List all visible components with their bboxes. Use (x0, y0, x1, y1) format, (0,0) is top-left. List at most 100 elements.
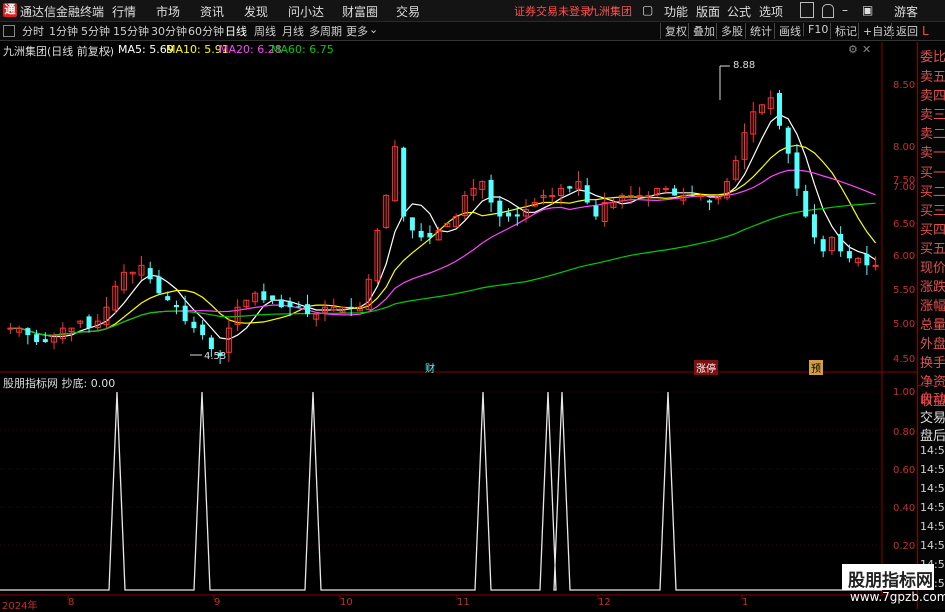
signal-line (0, 391, 882, 591)
panel-item-after-hours[interactable]: 盘后 (920, 425, 945, 444)
candle-body-up (872, 264, 879, 267)
panel-item: 卖三 (920, 108, 945, 123)
candle-body-down (794, 152, 800, 189)
sub-y-tick: 0.80 (893, 427, 916, 438)
x-tick: 2024年 (2, 601, 38, 612)
panel-item: 换手 (920, 356, 945, 371)
panel-item-auto[interactable]: 自动 (920, 388, 945, 407)
marker-yu[interactable]: 预 (809, 360, 823, 375)
candle-body-down (593, 205, 599, 217)
candle-body-down (811, 214, 817, 238)
panel-item-trade[interactable]: 交易 (920, 407, 945, 426)
x-tick: 1 (742, 597, 749, 608)
candle-body-down (864, 253, 870, 266)
y-tick: 7.00 (893, 182, 916, 193)
watermark-url: www.7gpzb.com (850, 590, 945, 604)
x-tick: 9 (214, 597, 221, 608)
sub-y-tick: 0.60 (893, 465, 916, 476)
low-price-label: 4.53 (204, 351, 227, 362)
panel-item: 卖五 (920, 70, 945, 85)
x-tick: 8 (68, 597, 75, 608)
candle-body-down (838, 234, 844, 252)
candle-body-down (497, 200, 503, 217)
candle-body-down (506, 212, 512, 217)
candle-body-down (165, 296, 171, 301)
candle-body-down (785, 127, 791, 154)
candle-body-down (173, 304, 179, 308)
candle-body-down (418, 230, 424, 238)
ma60-line (10, 202, 876, 336)
candle-body-down (305, 304, 311, 315)
watermark-title: 股朋指标网 (848, 571, 933, 591)
trade-time: 14:56 (920, 482, 945, 495)
x-tick: 10 (340, 597, 353, 608)
candle-body-down (409, 217, 415, 231)
candle-body-down (25, 328, 31, 336)
panel-item: 外盘 (920, 337, 945, 352)
ma10-line (10, 144, 877, 336)
trade-time: 14:56 (920, 463, 945, 476)
high-price-label: 8.88 (733, 60, 756, 71)
x-tick: 12 (598, 597, 611, 608)
panel-l-label[interactable]: L (922, 24, 929, 38)
trade-time: 14:56 (920, 539, 945, 552)
candle-body-down (689, 194, 695, 196)
sub-y-tick: 0.40 (893, 503, 916, 514)
candle-body-down (567, 186, 573, 189)
panel-item: 涨幅 (920, 299, 945, 314)
candle-body-down (208, 337, 214, 350)
trade-time: 14:56 (920, 444, 945, 457)
candle-body-down (401, 147, 407, 217)
candle-body-down (672, 188, 678, 196)
candle-body-down (34, 334, 40, 343)
panel-item: 卖二 (920, 127, 945, 142)
x-tick: 11 (457, 597, 470, 608)
trade-time: 14:56 (920, 520, 945, 533)
kline-chart[interactable] (0, 0, 945, 609)
candle-body-down (147, 268, 153, 280)
candle-body-down (86, 316, 92, 329)
candle-body-down (584, 185, 590, 203)
sub-y-tick: 0.20 (893, 541, 916, 552)
candle-body-down (803, 190, 809, 217)
candle-body-down (200, 324, 206, 336)
bottom-signal-spikes (0, 391, 882, 591)
candle-body-down (182, 305, 188, 322)
moving-average-lines (10, 113, 877, 340)
candle-body-down (820, 239, 826, 252)
candle-body-down (427, 232, 433, 238)
panel-item: 买三 (920, 204, 945, 219)
candle-body-up (697, 195, 704, 198)
candle-body-down (707, 200, 713, 203)
candle-body-up (7, 327, 14, 330)
panel-item: 买五 (920, 242, 945, 257)
candle-body-down (261, 291, 267, 301)
panel-item: 买二 (920, 185, 945, 200)
candle-body-down (191, 321, 197, 329)
candle-body-down (278, 299, 284, 308)
candlesticks (7, 65, 879, 365)
y-tick: 5.00 (893, 319, 916, 330)
candle-body-down (846, 251, 852, 259)
marker-zhangting[interactable]: 涨停 (694, 360, 718, 375)
candle-body-down (776, 93, 782, 126)
panel-divider (918, 385, 945, 386)
panel-item: 涨跌 (920, 280, 945, 295)
panel-item: 卖四 (920, 89, 945, 104)
candle-body-down (270, 295, 276, 301)
y-tick: 6.50 (893, 219, 916, 230)
y-tick: 4.50 (893, 354, 916, 365)
candle-body-down (296, 306, 302, 308)
candle-body-down (287, 302, 293, 308)
ma20-line (10, 169, 876, 336)
y-tick: 8.50 (893, 80, 916, 91)
candle-body-down (488, 179, 494, 203)
y-tick: 5.50 (893, 285, 916, 296)
panel-item: 委比 (920, 50, 945, 65)
sub-y-tick: 1.00 (893, 387, 916, 398)
y-tick: 8.00 (893, 142, 916, 153)
panel-item: 总量 (920, 318, 945, 333)
candle-body-down (514, 214, 520, 217)
candle-body-down (156, 276, 162, 294)
marker-cai[interactable]: 财 (425, 360, 435, 375)
